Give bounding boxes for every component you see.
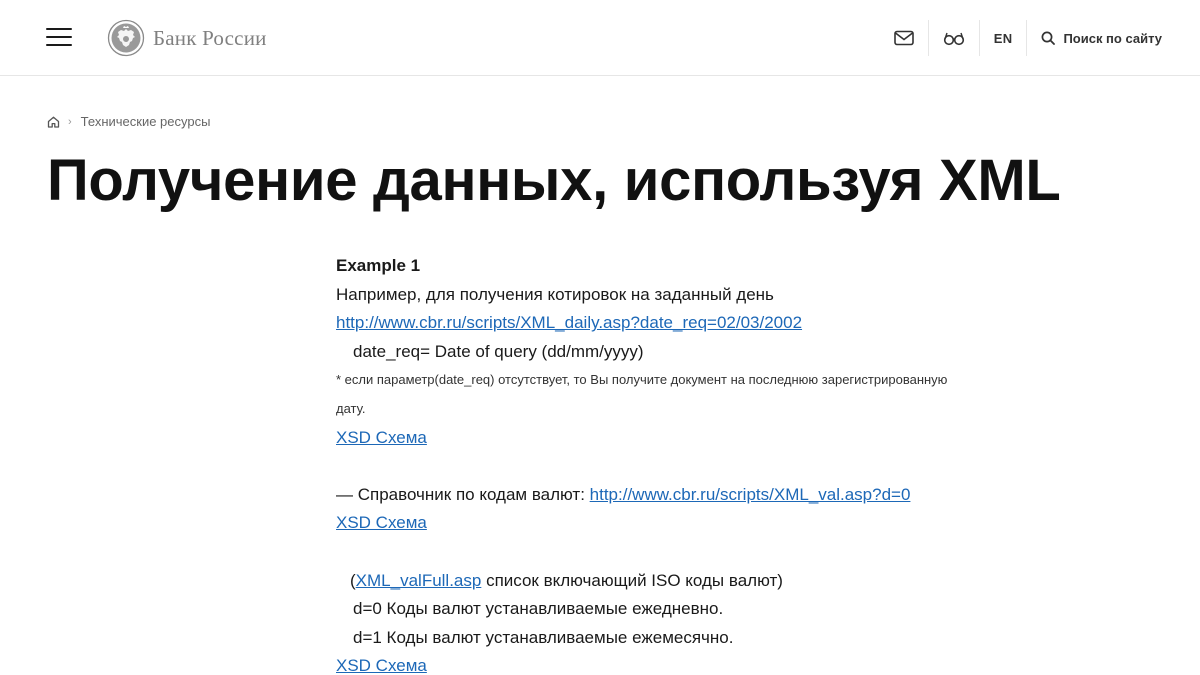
language-label: EN [993,30,1013,46]
breadcrumb-item[interactable]: Технические ресурсы [81,114,211,129]
search-label: Поиск по сайту [1063,30,1162,46]
language-switch[interactable]: EN [980,20,1027,56]
valfull-link[interactable]: XML_valFull.asp [356,571,482,590]
mail-button[interactable] [880,20,928,56]
valfull-description: список включающий ISO коды валют) [481,570,783,590]
breadcrumb-separator-icon: › [68,115,72,128]
d1-description: d=1 Коды валют устанавливаемые ежемесячн… [353,627,734,647]
header-actions: EN Поиск по сайту [880,20,1162,56]
note-line-1: * если параметр(date_req) отсутствует, т… [336,372,948,388]
breadcrumb: › Технические ресурсы [47,114,210,129]
logo[interactable]: Банк России [107,18,267,58]
intro-text: Например, для получения котировок на зад… [336,284,774,304]
valfull-line: (XML_valFull.asp список включающий ISO к… [336,567,1096,596]
search-button[interactable]: Поиск по сайту [1027,20,1162,56]
currency-codes-line: — Справочник по кодам валют: http://www.… [336,481,1096,510]
logo-text: Банк России [153,25,267,50]
d0-description: d=0 Коды валют устанавливаемые ежедневно… [353,599,724,619]
home-icon[interactable] [47,116,60,128]
bank-emblem-icon [107,19,145,57]
search-icon [1041,31,1056,45]
note-line-2: дату. [336,400,366,416]
xsd-schema-link-3[interactable]: XSD Схема [336,656,427,675]
date-req-description: date_req= Date of query (dd/mm/yyyy) [353,341,644,361]
page-title: Получение данных, используя XML [47,148,1061,213]
example-title: Example 1 [336,256,421,275]
main-content: Example 1 Например, для получения котиро… [336,252,1096,675]
accessibility-button[interactable] [929,20,979,56]
glasses-icon [943,32,964,46]
daily-url-link[interactable]: http://www.cbr.ru/scripts/XML_daily.asp?… [336,313,802,332]
site-header: Банк России EN Поиск по сайту [0,0,1200,76]
currency-codes-prefix: — Справочник по кодам валют: [336,484,590,504]
menu-icon[interactable] [46,28,72,48]
xsd-schema-link-2[interactable]: XSD Схема [336,513,427,532]
mail-icon [893,30,914,46]
xsd-schema-link-1[interactable]: XSD Схема [336,428,427,447]
val-url-link[interactable]: http://www.cbr.ru/scripts/XML_val.asp?d=… [590,485,911,504]
